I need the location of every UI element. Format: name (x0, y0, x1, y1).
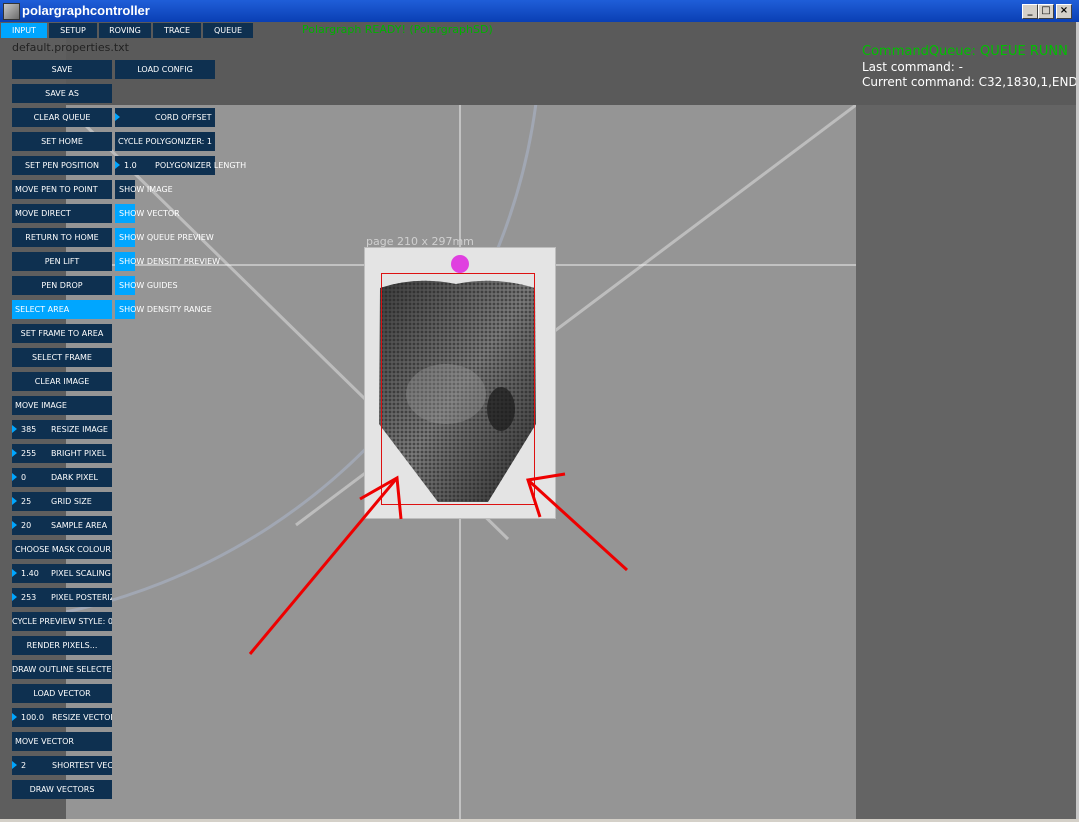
tab-queue[interactable]: QUEUE (203, 23, 253, 38)
dark-pixel-control[interactable]: 0 DARK PIXEL (12, 468, 112, 487)
pen-position-marker (451, 255, 469, 273)
pixel-scaling-label: PIXEL SCALING (51, 569, 111, 578)
draw-outline-selected-button[interactable]: DRAW OUTLINE SELECTED (12, 660, 112, 679)
shortest-vector-value: 2 (21, 761, 27, 770)
show-density-range-label: SHOW DENSITY RANGE (119, 305, 212, 314)
numeric-handle-icon (115, 113, 120, 121)
set-home-button[interactable]: SET HOME (12, 132, 112, 151)
move-image-button[interactable]: MOVE IMAGE (12, 396, 112, 415)
tab-setup[interactable]: SETUP (49, 23, 97, 38)
maximize-button[interactable]: □ (1038, 4, 1054, 19)
resize-vector-control[interactable]: 100.0 RESIZE VECTOR (12, 708, 112, 727)
resize-image-value: 385 (21, 425, 37, 434)
pixel-scaling-value: 1.40 (21, 569, 39, 578)
pixel-posterize-control[interactable]: 253 PIXEL POSTERIZE (12, 588, 112, 607)
move-direct-button[interactable]: MOVE DIRECT (12, 204, 112, 223)
bright-pixel-value: 255 (21, 449, 37, 458)
current-command-text: Current command: C32,1830,1,END (862, 75, 1076, 89)
cord-offset-label: CORD OFFSET (155, 113, 212, 122)
tab-trace[interactable]: TRACE (153, 23, 201, 38)
return-to-home-button[interactable]: RETURN TO HOME (12, 228, 112, 247)
resize-vector-label: RESIZE VECTOR (52, 713, 112, 722)
numeric-handle-icon (12, 425, 17, 433)
load-vector-button[interactable]: LOAD VECTOR (12, 684, 112, 703)
set-frame-to-area-button[interactable]: SET FRAME TO AREA (12, 324, 112, 343)
set-pen-position-button[interactable]: SET PEN POSITION (12, 156, 112, 175)
minimize-button[interactable]: _ (1022, 4, 1038, 19)
cycle-polygonizer-button[interactable]: CYCLE POLYGONIZER: 1 (115, 132, 215, 151)
app-client-area: page 210 x 297mm INPUT SETUP ROVING TRAC… (0, 22, 1076, 819)
numeric-handle-icon (12, 521, 17, 529)
grid-size-label: GRID SIZE (51, 497, 92, 506)
cord-offset-control[interactable]: CORD OFFSET (115, 108, 215, 127)
window-title: polargraphcontroller (22, 3, 150, 18)
tab-input[interactable]: INPUT (1, 23, 47, 38)
numeric-handle-icon (12, 569, 17, 577)
move-pen-to-point-button[interactable]: MOVE PEN TO POINT (12, 180, 112, 199)
page-size-label: page 210 x 297mm (366, 235, 474, 248)
numeric-handle-icon (12, 449, 17, 457)
shortest-vector-label: SHORTEST VECTOR (52, 761, 112, 770)
resize-image-control[interactable]: 385 RESIZE IMAGE (12, 420, 112, 439)
clear-image-button[interactable]: CLEAR IMAGE (12, 372, 112, 391)
select-area-button[interactable]: SELECT AREA (12, 300, 112, 319)
move-vector-button[interactable]: MOVE VECTOR (12, 732, 112, 751)
show-image-label: SHOW IMAGE (119, 185, 173, 194)
last-command-text: Last command: - (862, 60, 963, 74)
shortest-vector-control[interactable]: 2 SHORTEST VECTOR (12, 756, 112, 775)
pixel-posterize-value: 253 (21, 593, 37, 602)
show-guides-label: SHOW GUIDES (119, 281, 178, 290)
properties-filename: default.properties.txt (12, 41, 129, 54)
grid-size-control[interactable]: 25 GRID SIZE (12, 492, 112, 511)
polygonizer-length-value: 1.0 (124, 161, 137, 170)
dark-pixel-value: 0 (21, 473, 27, 482)
resize-image-label: RESIZE IMAGE (51, 425, 108, 434)
load-config-button[interactable]: LOAD CONFIG (115, 60, 215, 79)
status-message: Polargraph READY! (PolargraphSD) (302, 23, 493, 36)
app-icon (3, 3, 20, 20)
grid-size-value: 25 (21, 497, 32, 506)
pixel-posterize-label: PIXEL POSTERIZE (51, 593, 112, 602)
bright-pixel-label: BRIGHT PIXEL (51, 449, 107, 458)
selection-area-box[interactable] (381, 273, 535, 505)
cycle-preview-style-button[interactable]: CYCLE PREVIEW STYLE: 0 (12, 612, 112, 631)
show-vector-label: SHOW VECTOR (119, 209, 180, 218)
polygonizer-length-control[interactable]: 1.0 POLYGONIZER LENGTH (115, 156, 246, 175)
close-button[interactable]: × (1056, 4, 1072, 19)
tab-roving[interactable]: ROVING (99, 23, 151, 38)
bright-pixel-control[interactable]: 255 BRIGHT PIXEL (12, 444, 112, 463)
numeric-handle-icon (12, 497, 17, 505)
resize-vector-value: 100.0 (21, 713, 44, 722)
clear-queue-button[interactable]: CLEAR QUEUE (12, 108, 112, 127)
sample-area-label: SAMPLE AREA (51, 521, 108, 530)
show-queue-preview-label: SHOW QUEUE PREVIEW (119, 233, 214, 242)
dark-pixel-label: DARK PIXEL (51, 473, 99, 482)
pixel-scaling-control[interactable]: 1.40 PIXEL SCALING (12, 564, 112, 583)
render-pixels-button[interactable]: RENDER PIXELS... (12, 636, 112, 655)
command-queue-status: CommandQueue: QUEUE RUNN (862, 44, 1068, 59)
save-button[interactable]: SAVE (12, 60, 112, 79)
select-frame-button[interactable]: SELECT FRAME (12, 348, 112, 367)
pen-drop-button[interactable]: PEN DROP (12, 276, 112, 295)
draw-vectors-button[interactable]: DRAW VECTORS (12, 780, 112, 799)
numeric-handle-icon (12, 473, 17, 481)
show-density-preview-label: SHOW DENSITY PREVIEW (119, 257, 221, 266)
numeric-handle-icon (12, 593, 17, 601)
numeric-handle-icon (115, 161, 120, 169)
window-title-bar[interactable]: polargraphcontroller _ □ × (0, 0, 1079, 22)
sample-area-control[interactable]: 20 SAMPLE AREA (12, 516, 112, 535)
numeric-handle-icon (12, 713, 17, 721)
numeric-handle-icon (12, 761, 17, 769)
sample-area-value: 20 (21, 521, 32, 530)
polygonizer-length-label: POLYGONIZER LENGTH (155, 161, 247, 170)
save-as-button[interactable]: SAVE AS (12, 84, 112, 103)
pen-lift-button[interactable]: PEN LIFT (12, 252, 112, 271)
choose-mask-colour-button[interactable]: CHOOSE MASK COLOUR (12, 540, 112, 559)
